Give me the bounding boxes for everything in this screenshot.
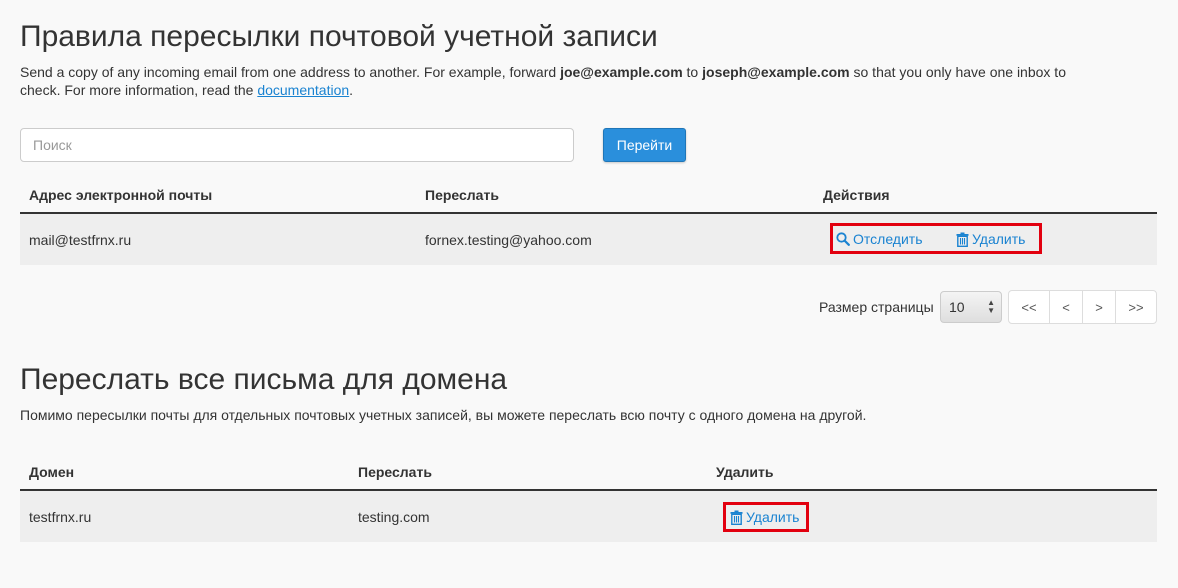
desc-text: . [349, 82, 354, 98]
page-size-select[interactable]: 10 ▲ ▼ [940, 291, 1002, 323]
delete-label: Удалить [746, 509, 800, 525]
trash-icon [956, 232, 969, 247]
trace-link[interactable]: Отследить [836, 231, 923, 247]
documentation-link[interactable]: documentation [257, 82, 349, 98]
next-page-button[interactable]: > [1083, 291, 1116, 323]
delete-forwarder-link[interactable]: Удалить [956, 231, 1025, 247]
trace-label: Отследить [853, 231, 923, 247]
forwarder-email: mail@testfrnx.ru [29, 232, 132, 248]
domain-forwarders-description: Помимо пересылки почты для отдельных поч… [20, 407, 867, 423]
delete-domain-forwarder-link[interactable]: Удалить [730, 509, 799, 525]
column-header-actions: Действия [823, 187, 890, 203]
last-page-button[interactable]: >> [1116, 291, 1156, 323]
column-header-domain: Домен [29, 464, 75, 480]
page-size-value: 10 [949, 299, 965, 315]
trash-icon [730, 510, 743, 525]
forwarder-destination: fornex.testing@yahoo.com [425, 232, 592, 248]
page-size-label: Размер страницы [819, 299, 934, 315]
select-arrows-icon: ▲ ▼ [987, 298, 995, 315]
first-page-button[interactable]: << [1009, 291, 1050, 323]
delete-label: Удалить [972, 231, 1026, 247]
search-go-button[interactable]: Перейти [603, 128, 686, 162]
search-input[interactable] [20, 128, 574, 162]
table-row [20, 491, 1157, 542]
forwarders-title: Правила пересылки почтовой учетной запис… [20, 20, 658, 53]
domain-forwarders-title: Переслать все письма для домена [20, 363, 508, 396]
pagination-controls: << < > >> [1008, 290, 1157, 324]
desc-text: so that you only have one inbox to [849, 64, 1066, 80]
desc-text: Send a copy of any incoming email from o… [20, 64, 561, 80]
desc-text: check. For more information, read the [20, 82, 258, 98]
column-header-email: Адрес электронной почты [29, 187, 213, 203]
column-header-forward: Переслать [425, 187, 499, 203]
desc-example-to: joseph@example.com [702, 64, 850, 80]
desc-text: to [682, 64, 703, 80]
desc-example-from: joe@example.com [560, 64, 683, 80]
forwarders-description: Send a copy of any incoming email from o… [20, 63, 1160, 99]
domain-destination: testing.com [358, 509, 430, 525]
domain-name: testfrnx.ru [29, 509, 92, 525]
search-icon [836, 232, 850, 246]
column-header-forward: Переслать [358, 464, 432, 480]
column-header-delete: Удалить [716, 464, 774, 480]
prev-page-button[interactable]: < [1050, 291, 1083, 323]
